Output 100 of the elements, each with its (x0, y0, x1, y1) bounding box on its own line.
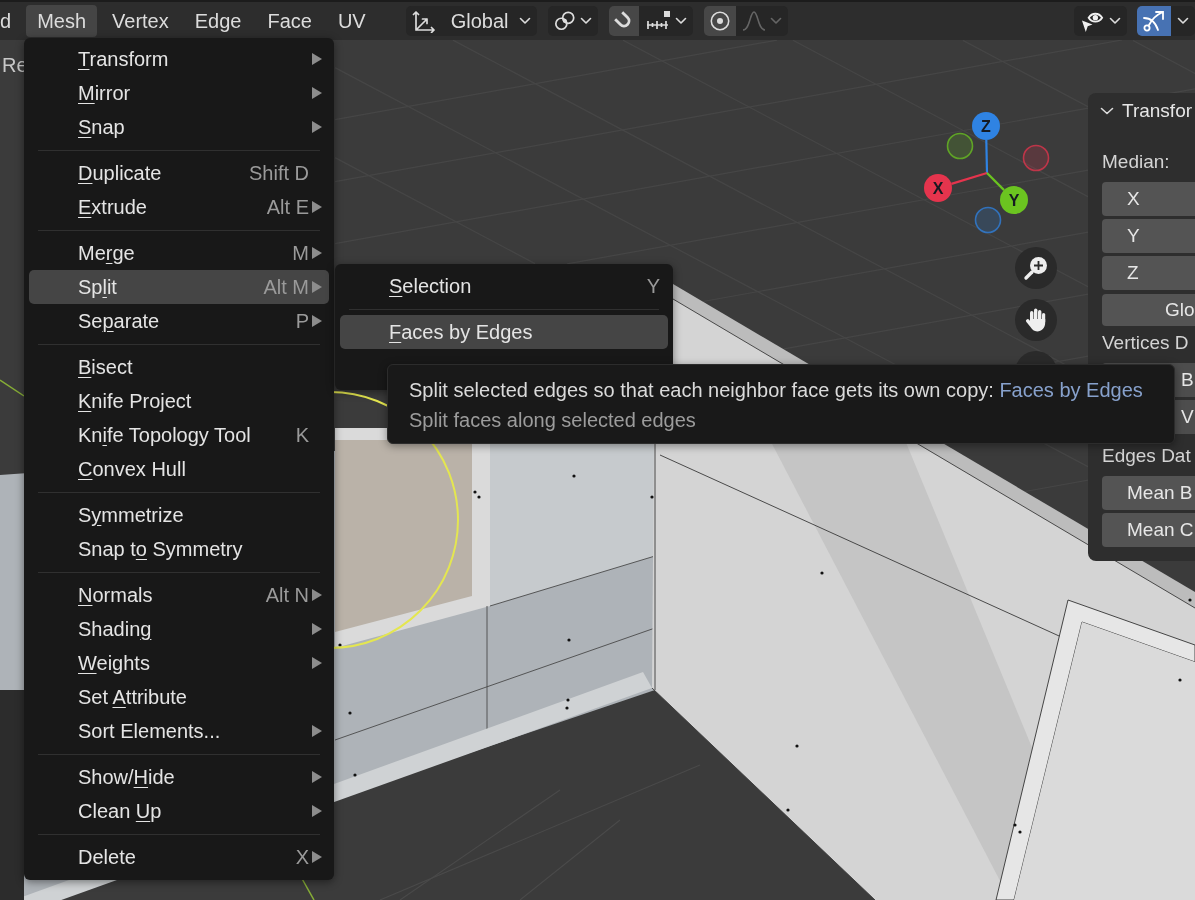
menu-item[interactable]: Extrude Alt E (29, 190, 329, 224)
orientation-dropdown[interactable]: Global (405, 6, 537, 36)
axis-handle[interactable]: X (924, 171, 988, 202)
underlined-letter: A (112, 685, 126, 708)
axis-handle[interactable]: Z (972, 112, 1000, 174)
shortcut-text: K (295, 423, 309, 447)
vertex-dot (1188, 598, 1192, 602)
axis-handle[interactable]: Y (986, 172, 1028, 214)
menu-item[interactable]: Snap (29, 110, 329, 144)
underlined-letter: C (78, 457, 93, 480)
underlined-letter: y (91, 503, 102, 526)
number-field[interactable]: Mean B (1102, 476, 1195, 510)
menu-item[interactable]: Transform (29, 42, 329, 76)
menu-item[interactable]: Normals Alt N (29, 578, 329, 612)
axis-line (0, 379, 25, 397)
proportional-edit-toggle[interactable] (703, 6, 736, 36)
shortcut-text: P (295, 309, 309, 333)
caret-icon (1177, 17, 1189, 25)
vertex-dot (795, 744, 799, 748)
underlined-letter: l (102, 275, 107, 298)
underlined-letter: B (78, 355, 92, 378)
magnifier-plus-icon (1023, 255, 1049, 281)
hand-icon (1024, 307, 1048, 333)
menu-bar-item[interactable]: Mesh (26, 5, 98, 37)
menu-item[interactable]: Selection Y (340, 269, 668, 303)
negative-axis-handle[interactable] (1022, 144, 1050, 172)
axes-icon (411, 9, 436, 33)
menu-item[interactable]: Merge M (29, 236, 329, 270)
menu-item[interactable]: Sort Elements... (29, 714, 329, 748)
underlined-letter: W (78, 651, 97, 674)
pivot-dropdown[interactable] (547, 6, 598, 36)
shortcut-text: Alt M (263, 275, 309, 299)
underlined-letter: S (78, 115, 92, 138)
underlined-letter: p (102, 309, 114, 332)
underlined-letter: r (105, 241, 113, 264)
menu-item[interactable]: Split Alt M (29, 270, 329, 304)
underlined-letter: F (389, 320, 402, 343)
underlined-letter: H (133, 765, 149, 788)
underlined-letter: U (135, 799, 151, 822)
caret-icon (769, 17, 782, 25)
underlined-letter: o (135, 537, 147, 560)
menu-bar-item[interactable]: Edge (183, 5, 253, 37)
section-label: Vertices D (1102, 331, 1190, 355)
menu-item[interactable]: Faces by Edges (340, 315, 668, 349)
menu-item[interactable]: Separate P (29, 304, 329, 338)
caret-icon (674, 17, 687, 25)
menu-item[interactable]: Set Attribute (29, 680, 329, 714)
shortcut-text: Alt E (266, 195, 309, 219)
menu-item[interactable]: Duplicate Shift D (29, 156, 329, 190)
negative-axis-handle[interactable] (974, 206, 1002, 234)
underlined-letter: i (102, 423, 107, 446)
panel-header[interactable]: Transfor (1100, 93, 1195, 129)
gizmo-dropdown[interactable] (1171, 6, 1195, 36)
underlined-letter: M (78, 81, 95, 104)
menu-item[interactable]: Bisect (29, 350, 329, 384)
negative-axis-handle[interactable] (946, 132, 974, 160)
vertex-dot (572, 474, 576, 478)
underlined-letter: K (78, 389, 92, 412)
menu-item[interactable]: Show/Hide (29, 760, 329, 794)
shortcut-text: X (295, 845, 309, 869)
menu-item[interactable]: Weights (29, 646, 329, 680)
section-label: Median: (1102, 150, 1171, 174)
menu-item[interactable]: Symmetrize (29, 498, 329, 532)
vertex-dot (348, 711, 352, 715)
menu-bar-item[interactable]: UV (326, 5, 377, 37)
grid-line (1132, 40, 1195, 74)
menu-item[interactable]: Convex Hull (29, 452, 329, 486)
vertex-dot (565, 706, 569, 710)
underlined-letter: N (78, 583, 93, 606)
snap-toggle[interactable] (608, 6, 639, 36)
menu-bar-item[interactable]: Face (256, 5, 323, 37)
menu-item[interactable]: Knife Project (29, 384, 329, 418)
number-field[interactable]: X (1102, 182, 1195, 216)
vertex-dot (1178, 678, 1182, 682)
shortcut-text: Alt N (265, 583, 309, 607)
circle-dot-icon (708, 10, 731, 32)
underlined-letter: S (389, 274, 403, 297)
vertex-dot (1013, 823, 1017, 827)
number-field[interactable]: Z (1102, 256, 1195, 290)
snap-target-dropdown[interactable] (638, 6, 693, 36)
caret-icon (1109, 17, 1121, 25)
menu-item[interactable]: Delete X (29, 840, 329, 874)
menu-item[interactable]: Knife Topology Tool K (29, 418, 329, 452)
vertex-dot (820, 571, 824, 575)
menu-item[interactable]: Clean Up (29, 794, 329, 828)
menu-item[interactable]: Shading (29, 612, 329, 646)
section-label: Edges Dat (1102, 444, 1192, 468)
number-field[interactable]: Y (1102, 219, 1195, 253)
tooltip-description: Split selected edges so that each neighbor face gets its own copy: Faces by Edges (409, 378, 1143, 403)
underlined-letter: D (78, 161, 93, 184)
underlined-letter: E (78, 195, 92, 218)
number-field[interactable]: Mean C (1102, 513, 1195, 547)
panel-button[interactable]: Glo (1102, 294, 1195, 326)
menu-bar-item[interactable]: Vertex (101, 5, 180, 37)
gizmo-toggle[interactable] (1137, 6, 1171, 36)
menu-item[interactable]: Snap to Symmetry (29, 532, 329, 566)
menu-bar-item[interactable]: d (0, 5, 23, 37)
caret-icon (518, 17, 531, 25)
menu-item[interactable]: Mirror (29, 76, 329, 110)
visibility-dropdown[interactable] (1074, 6, 1127, 36)
